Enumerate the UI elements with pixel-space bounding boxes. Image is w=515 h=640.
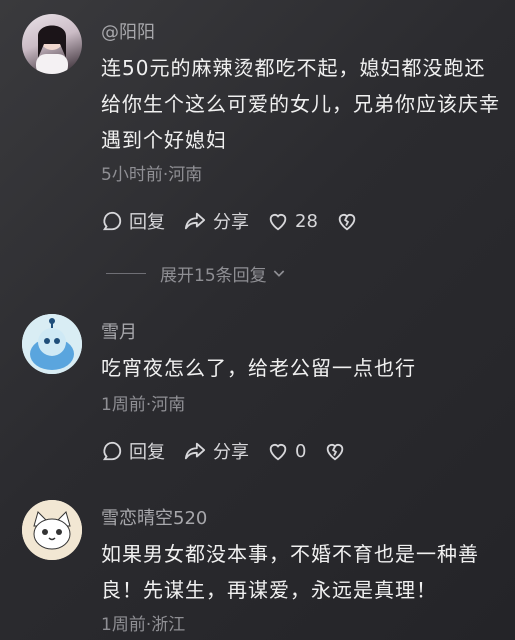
share-label: 分享 <box>213 212 249 233</box>
avatar[interactable] <box>22 314 82 374</box>
comment-meta: 5小时前·河南 <box>101 165 203 185</box>
reply-label: 回复 <box>129 442 165 463</box>
heart-icon <box>269 444 287 461</box>
comment-text: 吃宵夜怎么了，给老公留一点也行 <box>101 356 416 380</box>
cat-avatar-icon <box>22 500 82 560</box>
like-count: 28 <box>295 210 318 232</box>
comment-text: 如果男女都没本事，不婚不育也是一种善良！先谋生，再谋爱，永远是真理！ <box>101 542 479 602</box>
reply-icon <box>102 211 122 231</box>
avatar[interactable] <box>22 14 82 74</box>
comment-meta: 1周前·河南 <box>101 395 186 415</box>
comment-meta: 1周前·浙江 <box>101 615 186 635</box>
comment-username[interactable]: @阳阳 <box>101 18 155 44</box>
dislike-button[interactable] <box>324 440 352 462</box>
comment-text: 连50元的麻辣烫都吃不起，媳妇都没跑还给你生个这么可爱的女儿，兄弟你应该庆幸遇到… <box>101 56 500 152</box>
expand-replies-button[interactable]: 展开15条回复 <box>106 258 287 288</box>
comment-username[interactable]: 雪月 <box>101 318 137 344</box>
share-button[interactable]: 分享 <box>183 438 249 464</box>
share-icon <box>184 212 206 230</box>
avatar[interactable] <box>22 500 82 560</box>
reply-icon <box>102 441 122 461</box>
reply-button[interactable]: 回复 <box>101 438 165 464</box>
dislike-button[interactable] <box>336 210 364 232</box>
like-count: 0 <box>295 440 307 462</box>
broken-heart-icon <box>338 214 356 231</box>
broken-heart-icon <box>327 444 344 461</box>
avatar-icon <box>36 25 68 74</box>
reply-label: 回复 <box>129 212 165 233</box>
like-button[interactable]: 28 <box>267 210 318 232</box>
comment-actions: 回复 分享 28 <box>101 206 382 236</box>
chevron-down-icon <box>273 270 284 277</box>
comment-username[interactable]: 雪恋晴空520 <box>101 504 207 530</box>
like-button[interactable]: 0 <box>267 440 306 462</box>
cartoon-avatar-icon <box>22 314 82 374</box>
share-label: 分享 <box>213 442 249 463</box>
reply-button[interactable]: 回复 <box>101 208 165 234</box>
divider-line <box>106 272 146 274</box>
share-button[interactable]: 分享 <box>183 208 249 234</box>
expand-replies-label: 展开15条回复 <box>160 265 267 286</box>
comment-actions: 回复 分享 0 <box>101 436 370 466</box>
share-icon <box>184 442 206 460</box>
heart-icon <box>269 214 287 231</box>
